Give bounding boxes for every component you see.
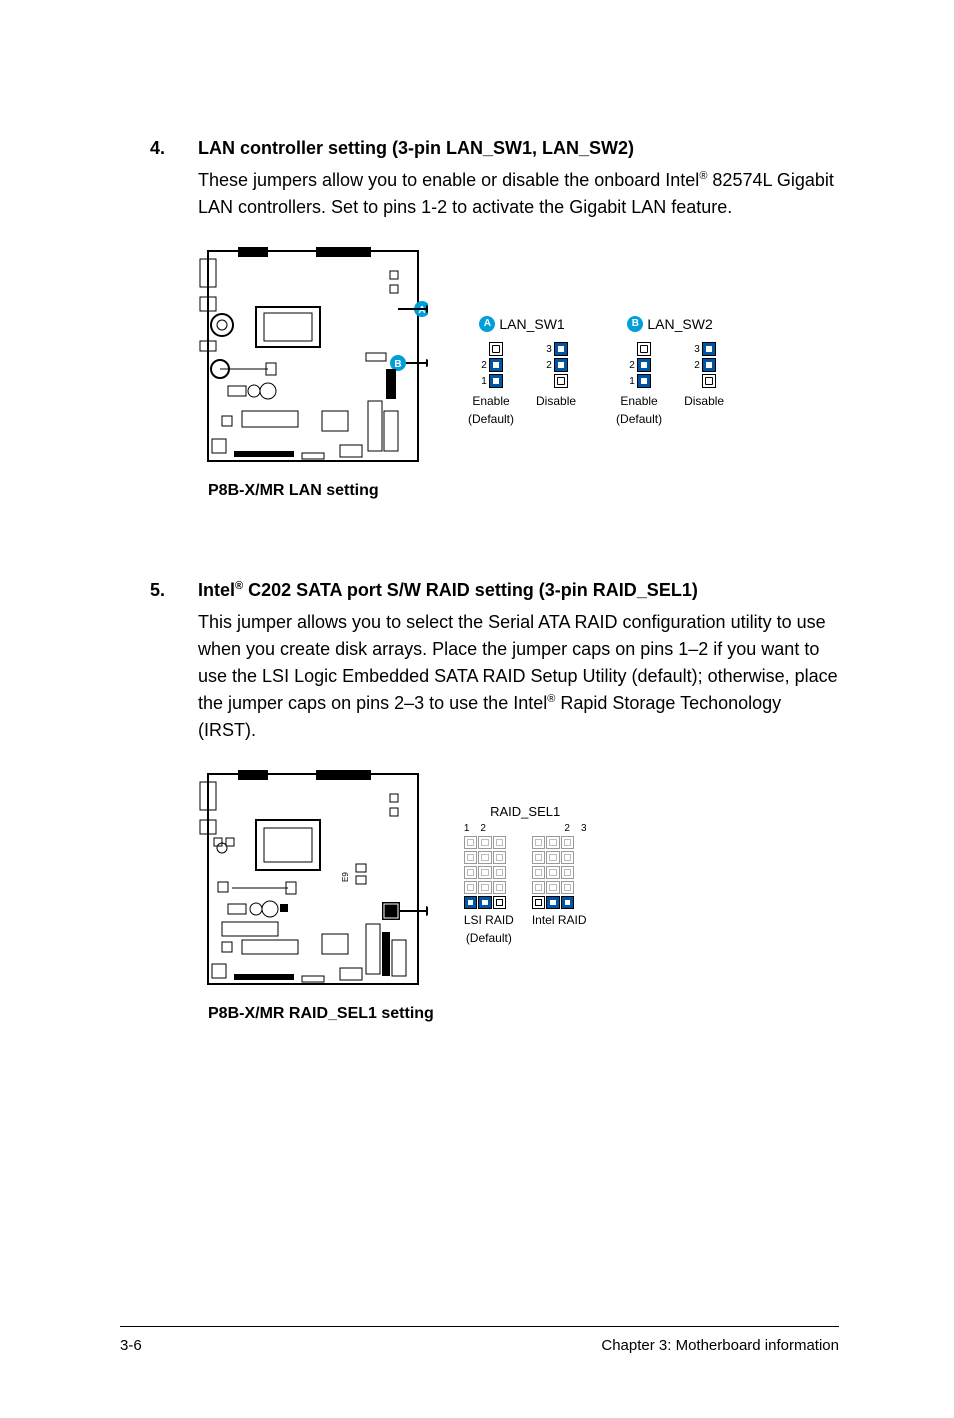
default-label: (Default) <box>616 412 662 426</box>
lan-diagram: A B <box>198 241 839 500</box>
lan-sw1-block: A LAN_SW1 2 1 Enable (Default) <box>468 314 576 426</box>
chapter-label: Chapter 3: Motherboard information <box>601 1337 839 1354</box>
enable-label: Enable <box>620 394 657 408</box>
page-footer: 3-6 Chapter 3: Motherboard information <box>120 1326 839 1354</box>
default-label: (Default) <box>464 931 514 945</box>
svg-text:B: B <box>394 359 401 370</box>
pin-2-closed <box>637 358 651 372</box>
motherboard-illustration: A B <box>198 241 428 500</box>
pin-2-closed <box>478 896 492 909</box>
registered-mark: ® <box>235 580 243 592</box>
diagram-caption: P8B-X/MR LAN setting <box>208 482 428 500</box>
lan-sw1-title: A LAN_SW1 <box>479 316 564 332</box>
section-body: This jumper allows you to select the Ser… <box>198 609 839 744</box>
section-title: LAN controller setting (3-pin LAN_SW1, L… <box>198 138 634 159</box>
disable-label: Disable <box>684 394 724 408</box>
sw2-enable: 2 1 Enable (Default) <box>616 342 662 427</box>
pin-2-closed <box>489 358 503 372</box>
lan-sw2-label: LAN_SW2 <box>647 316 712 332</box>
section-index: 5. <box>150 580 198 601</box>
svg-text:A: A <box>418 305 425 316</box>
default-label: (Default) <box>468 412 514 426</box>
badge-b-icon: B <box>627 316 643 332</box>
badge-a-icon: A <box>479 316 495 332</box>
pin-3-closed <box>554 342 568 356</box>
lan-sw2-title: B LAN_SW2 <box>627 316 712 332</box>
section-header: 5. Intel® C202 SATA port S/W RAID settin… <box>150 580 839 601</box>
section-body: These jumpers allow you to enable or dis… <box>198 167 839 221</box>
sw1-enable: 2 1 Enable (Default) <box>468 342 514 427</box>
raid-diagram: E9 <box>198 764 839 1023</box>
section-header: 4. LAN controller setting (3-pin LAN_SW1… <box>150 138 839 159</box>
board-svg: A B <box>198 241 428 471</box>
pin-3-closed <box>561 896 575 909</box>
section-raid: 5. Intel® C202 SATA port S/W RAID settin… <box>150 580 839 1023</box>
section-index: 4. <box>150 138 198 159</box>
lsi-label: LSI RAID <box>464 913 514 927</box>
section-body-row: These jumpers allow you to enable or dis… <box>150 167 839 221</box>
sw2-disable: 3 2 Disable <box>684 342 724 427</box>
pin-3-open <box>489 342 503 356</box>
pin-1-open <box>532 896 546 909</box>
enable-label: Enable <box>472 394 509 408</box>
svg-text:E9: E9 <box>341 872 350 882</box>
body-text: These jumpers allow you to enable or dis… <box>198 170 699 190</box>
lan-sw2-block: B LAN_SW2 2 1 Enable (Default) 3 <box>616 314 724 426</box>
pin-1-closed <box>464 896 478 909</box>
section-lan: 4. LAN controller setting (3-pin LAN_SW1… <box>150 138 839 500</box>
pin-1-closed <box>489 374 503 388</box>
raid-lsi: 12 LSI RAID (Default) <box>464 823 514 946</box>
pin-3-closed <box>702 342 716 356</box>
motherboard-illustration: E9 <box>198 764 434 1023</box>
section-title: Intel® C202 SATA port S/W RAID setting (… <box>198 580 698 601</box>
diagram-caption: P8B-X/MR RAID_SEL1 setting <box>208 1005 434 1023</box>
board-svg: E9 <box>198 764 428 994</box>
raid-sel1-title: RAID_SEL1 <box>464 804 587 819</box>
pin-grid <box>532 836 587 909</box>
page-number: 3-6 <box>120 1337 142 1354</box>
sw1-disable: 3 2 Disable <box>536 342 576 427</box>
pin-1-closed <box>637 374 651 388</box>
section-body-row: This jumper allows you to select the Ser… <box>150 609 839 744</box>
raid-sel1-block: RAID_SEL1 12 LSI RAI <box>464 804 587 946</box>
pin-grid <box>464 836 514 909</box>
pin-1-open <box>702 374 716 388</box>
pin-3-open <box>637 342 651 356</box>
page: 4. LAN controller setting (3-pin LAN_SW1… <box>0 0 954 1418</box>
disable-label: Disable <box>536 394 576 408</box>
intel-label: Intel RAID <box>532 913 587 927</box>
pin-1-open <box>554 374 568 388</box>
lan-sw1-label: LAN_SW1 <box>499 316 564 332</box>
raid-intel: 23 Intel RAID <box>532 823 587 946</box>
pin-2-closed <box>702 358 716 372</box>
pin-3-open <box>493 896 507 909</box>
pin-2-closed <box>554 358 568 372</box>
pin-2-closed <box>546 896 560 909</box>
